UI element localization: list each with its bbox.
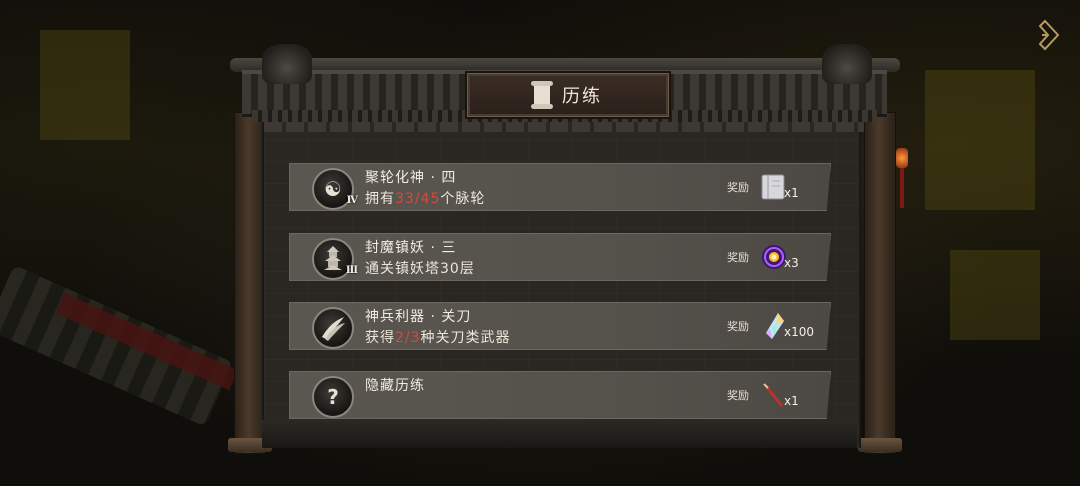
reward-label: 奖励 [727, 320, 749, 333]
quest-row[interactable]: 神兵利器 · 关刀 获得2/3种关刀类武器 奖励 x100 [289, 302, 831, 350]
quest-title: 隐藏历练 [365, 378, 425, 394]
title-plaque: 历练 [467, 73, 669, 117]
roof-beast-left [262, 44, 312, 84]
quest-desc: 拥有33/45个脉轮 [365, 191, 486, 207]
quest-desc: 获得2/3种关刀类武器 [365, 330, 511, 346]
pagoda-icon: Ⅲ [312, 238, 358, 280]
diamond-arrow-icon [1038, 19, 1060, 51]
background-glyph-right-low [950, 250, 1040, 340]
right-pillar-base [858, 438, 902, 452]
reward-label: 奖励 [727, 389, 749, 402]
reward-qty: x3 [784, 256, 799, 270]
reward-qty: x1 [784, 186, 799, 200]
page-title: 历练 [562, 86, 602, 107]
quest-row[interactable]: ☯ Ⅳ 聚轮化神 · 四 拥有33/45个脉轮 奖励 x1 [289, 163, 831, 211]
background-glyph-left [40, 30, 130, 140]
blade-icon [312, 307, 354, 349]
reward-qty: x100 [784, 325, 815, 339]
progress-highlight: 2/3 [395, 330, 421, 346]
tier-badge: Ⅳ [346, 195, 358, 206]
quest-row[interactable]: Ⅲ 封魔镇妖 · 三 通关镇妖塔30层 奖励 x3 [289, 233, 831, 281]
quest-title: 封魔镇妖 · 三 [365, 240, 457, 256]
right-pillar [864, 112, 896, 454]
quest-title: 神兵利器 · 关刀 [365, 309, 472, 325]
roof-band [264, 122, 864, 132]
panel-floor [262, 420, 857, 448]
corner-menu-button[interactable] [1028, 18, 1062, 52]
reward-label: 奖励 [727, 251, 749, 264]
progress-highlight: 33/45 [395, 191, 441, 207]
quest-title: 聚轮化神 · 四 [365, 170, 457, 186]
quest-row[interactable]: ? 隐藏历练 奖励 x1 [289, 371, 831, 419]
quest-desc: 通关镇妖塔30层 [365, 261, 475, 277]
scroll-icon [531, 81, 553, 109]
reward-label: 奖励 [727, 181, 749, 194]
yin-yang-icon: ☯ Ⅳ [312, 168, 358, 210]
question-icon: ? [312, 376, 354, 418]
reward-qty: x1 [784, 394, 799, 408]
roof-beast-right [822, 44, 872, 84]
tier-badge: Ⅲ [345, 265, 358, 276]
lantern-tassel [900, 168, 904, 208]
background-glyph-right [925, 70, 1035, 210]
lantern-icon [896, 148, 908, 168]
